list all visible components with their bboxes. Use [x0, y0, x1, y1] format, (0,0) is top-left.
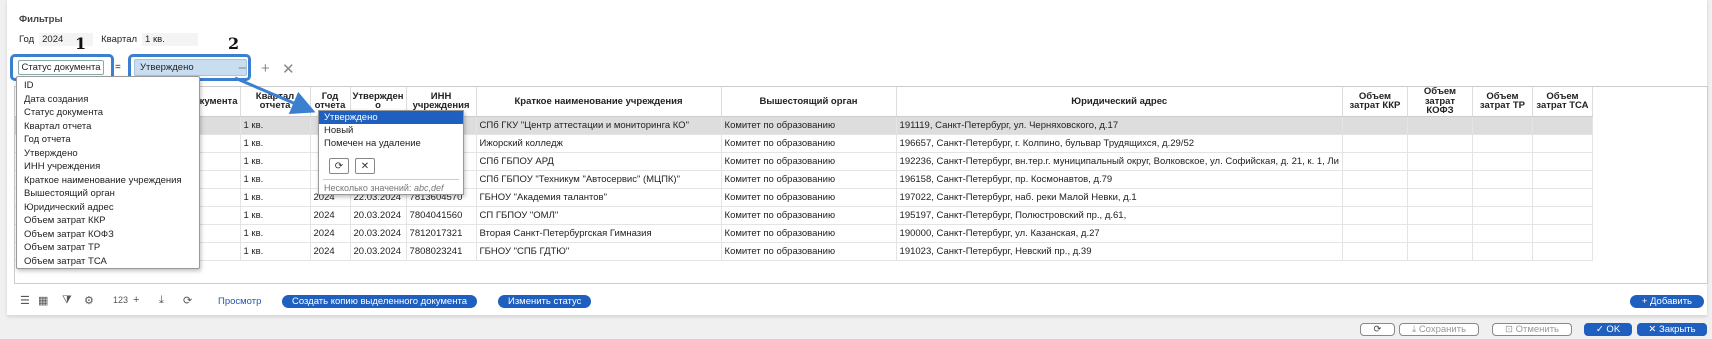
annotation-arrow: [234, 76, 316, 114]
ok-button[interactable]: ✓ OK: [1584, 323, 1632, 336]
table-view-icon[interactable]: ▦: [38, 294, 48, 307]
save-button[interactable]: ⤓ Сохранить: [1399, 323, 1479, 336]
download-icon[interactable]: ⤓: [159, 294, 164, 307]
filter-panel: Фильтры Год 2024 Квартал 1 кв. 1 2 Стату…: [7, 0, 1708, 316]
refresh-icon[interactable]: ⟳: [183, 294, 192, 307]
view-link[interactable]: Просмотр: [218, 296, 261, 307]
reload-button[interactable]: ⟳: [1360, 323, 1395, 336]
count-indicator[interactable]: 123: [113, 295, 128, 305]
add-button[interactable]: + Добавить: [1629, 295, 1704, 308]
settings-icon[interactable]: ⚙: [84, 294, 94, 307]
list-view-icon[interactable]: ☰: [20, 294, 30, 307]
cancel-button[interactable]: ⊡ Отменить: [1492, 323, 1572, 336]
add-row-icon[interactable]: +: [133, 294, 139, 306]
grid-toolbar: ☰ ▦ ⧩ ⚙ 123 + ⤓ ⟳ Просмотр Создать копию…: [14, 293, 1708, 311]
change-status-button[interactable]: Изменить статус: [498, 295, 592, 308]
copy-document-button[interactable]: Создать копию выделенного документа: [282, 295, 477, 308]
close-button[interactable]: ✕ Закрыть: [1637, 323, 1707, 336]
filter-icon[interactable]: ⧩: [62, 294, 72, 307]
